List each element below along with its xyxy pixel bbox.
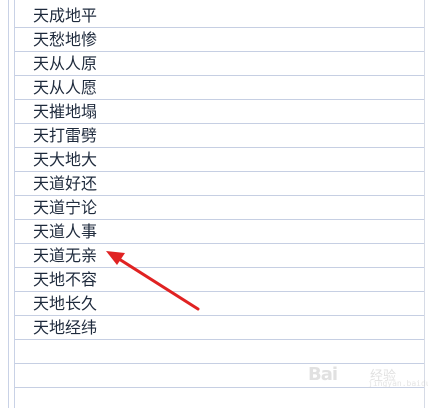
cell-row[interactable]: 天地不容: [15, 268, 424, 292]
cell-text: 天从人愿: [33, 78, 98, 97]
cell-row[interactable]: 天从人愿: [15, 76, 424, 100]
cell-row[interactable]: 天地经纬: [15, 316, 424, 340]
cell-row[interactable]: 天摧地塌: [15, 100, 424, 124]
empty-row[interactable]: [15, 340, 424, 364]
cell-text: 天打雷劈: [33, 126, 98, 145]
watermark-logo: Bai: [308, 364, 338, 385]
cell-text: 天地长久: [33, 294, 98, 313]
cell-row[interactable]: 天大地大: [15, 148, 424, 172]
cell-row[interactable]: 天从人原: [15, 52, 424, 76]
cell-text: 天道宁论: [33, 198, 98, 217]
cell-text: 天摧地塌: [33, 102, 98, 121]
cell-text: 天地不容: [33, 270, 98, 289]
cell-row[interactable]: 天道宁论: [15, 196, 424, 220]
cell-text: 天道无亲: [33, 246, 98, 265]
cell-text: 天从人原: [33, 54, 98, 73]
column-border-line: [424, 0, 425, 408]
cell-text: 天道人事: [33, 222, 98, 241]
baidu-jingyan-watermark: Bai 经验 jingyan.baidu.com: [308, 362, 428, 392]
cell-text: 天愁地惨: [33, 30, 98, 49]
cell-row[interactable]: 天地长久: [15, 292, 424, 316]
cell-row[interactable]: 天成地平: [15, 4, 424, 28]
cell-text: 天地经纬: [33, 318, 98, 337]
cell-text: 天道好还: [33, 174, 98, 193]
column-border-line: [8, 0, 9, 408]
cell-row[interactable]: 天道无亲: [15, 244, 424, 268]
watermark-url: jingyan.baidu.com: [368, 379, 428, 388]
cell-text: 天成地平: [33, 6, 98, 25]
cell-row[interactable]: 天打雷劈: [15, 124, 424, 148]
cell-row[interactable]: 天道好还: [15, 172, 424, 196]
cell-row[interactable]: 天愁地惨: [15, 28, 424, 52]
spreadsheet-area: 天成地平天愁地惨天从人原天从人愿天摧地塌天打雷劈天大地大天道好还天道宁论天道人事…: [0, 0, 428, 408]
cell-text: 天大地大: [33, 150, 98, 169]
cell-row[interactable]: 天道人事: [15, 220, 424, 244]
